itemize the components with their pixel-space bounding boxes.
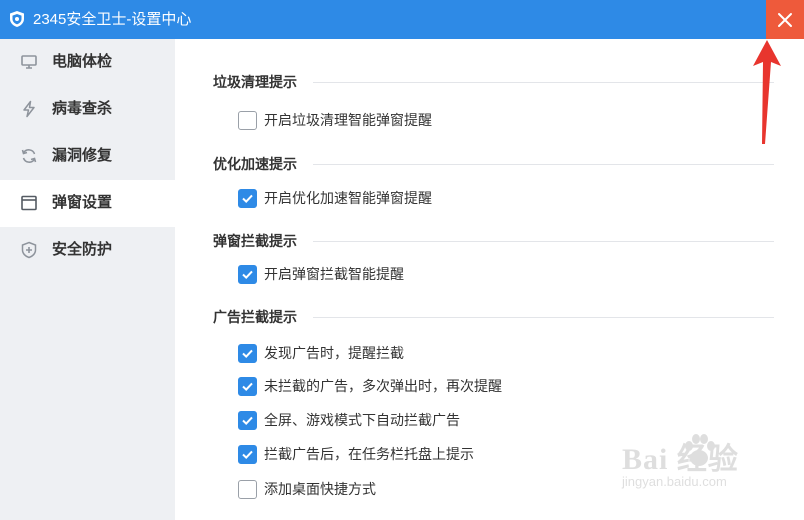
section-title-ad-block: 广告拦截提示 — [213, 309, 297, 325]
section-title-optimize: 优化加速提示 — [213, 156, 297, 172]
close-icon — [778, 12, 792, 27]
section-title-popup-block: 弹窗拦截提示 — [213, 233, 297, 249]
checkbox-checked[interactable] — [238, 188, 257, 208]
option-label: 开启优化加速智能弹窗提醒 — [264, 190, 432, 206]
sidebar: 电脑体检 病毒查杀 漏洞修复 弹窗设置 安全防护 — [0, 39, 175, 520]
close-button[interactable] — [766, 0, 804, 39]
sidebar-item-label: 安全防护 — [52, 241, 113, 258]
option-label: 拦截广告后，在任务栏托盘上提示 — [264, 446, 474, 462]
sidebar-item-pc-checkup[interactable]: 电脑体检 — [0, 39, 175, 86]
baidu-watermark: Bai 经验 jingyan.baidu.com — [612, 428, 797, 500]
checkbox-checked[interactable] — [238, 444, 257, 464]
sidebar-item-vuln-fix[interactable]: 漏洞修复 — [0, 133, 175, 180]
option-tray-notify[interactable]: 拦截广告后，在任务栏托盘上提示 — [238, 444, 474, 464]
checkbox[interactable] — [238, 110, 257, 130]
shield-logo-icon — [10, 11, 24, 27]
check-icon — [242, 416, 253, 425]
section-divider — [313, 241, 774, 242]
window-title: 2345安全卫士-设置中心 — [33, 11, 192, 28]
annotation-arrow-icon — [753, 40, 781, 144]
section-divider — [313, 317, 774, 318]
sidebar-item-label: 电脑体检 — [52, 53, 113, 70]
sidebar-item-label: 弹窗设置 — [52, 194, 113, 211]
title-bar: 2345安全卫士-设置中心 — [0, 0, 804, 39]
option-ad-repeat-remind[interactable]: 未拦截的广告，多次弹出时，再次提醒 — [238, 376, 502, 396]
sidebar-item-virus-scan[interactable]: 病毒查杀 — [0, 86, 175, 133]
sidebar-item-label: 病毒查杀 — [52, 100, 113, 117]
section-divider — [313, 82, 774, 83]
section-divider — [313, 164, 774, 165]
sidebar-item-security-protection[interactable]: 安全防护 — [0, 227, 175, 274]
option-fullscreen-auto-block[interactable]: 全屏、游戏模式下自动拦截广告 — [238, 410, 460, 430]
option-label: 全屏、游戏模式下自动拦截广告 — [264, 412, 460, 428]
shield-plus-icon — [21, 241, 37, 259]
option-junk-popup[interactable]: 开启垃圾清理智能弹窗提醒 — [238, 110, 432, 130]
check-icon — [242, 382, 253, 391]
sidebar-item-popup-settings[interactable]: 弹窗设置 — [0, 180, 175, 227]
option-label: 发现广告时，提醒拦截 — [264, 345, 404, 361]
paw-icon — [685, 434, 715, 466]
lightning-icon — [23, 100, 35, 118]
checkbox[interactable] — [238, 479, 257, 499]
checkbox-checked[interactable] — [238, 376, 257, 396]
check-icon — [242, 349, 253, 358]
checkbox-checked[interactable] — [238, 410, 257, 430]
option-popup-block-remind[interactable]: 开启弹窗拦截智能提醒 — [238, 264, 404, 284]
monitor-icon — [21, 55, 37, 69]
option-label: 开启弹窗拦截智能提醒 — [264, 266, 404, 282]
option-label: 开启垃圾清理智能弹窗提醒 — [264, 112, 432, 128]
sidebar-item-label: 漏洞修复 — [52, 147, 113, 164]
refresh-icon — [21, 149, 37, 163]
watermark-url: jingyan.baidu.com — [622, 474, 727, 489]
option-label: 未拦截的广告，多次弹出时，再次提醒 — [264, 378, 502, 394]
option-ad-found-remind[interactable]: 发现广告时，提醒拦截 — [238, 343, 404, 363]
check-icon — [242, 194, 253, 203]
checkbox-checked[interactable] — [238, 264, 257, 284]
window-icon — [21, 195, 37, 211]
option-optimize-popup[interactable]: 开启优化加速智能弹窗提醒 — [238, 188, 432, 208]
option-label: 添加桌面快捷方式 — [264, 481, 376, 497]
check-icon — [242, 270, 253, 279]
section-title-junk-cleanup: 垃圾清理提示 — [213, 74, 297, 90]
checkbox-checked[interactable] — [238, 343, 257, 363]
check-icon — [242, 450, 253, 459]
option-desktop-shortcut[interactable]: 添加桌面快捷方式 — [238, 479, 376, 499]
